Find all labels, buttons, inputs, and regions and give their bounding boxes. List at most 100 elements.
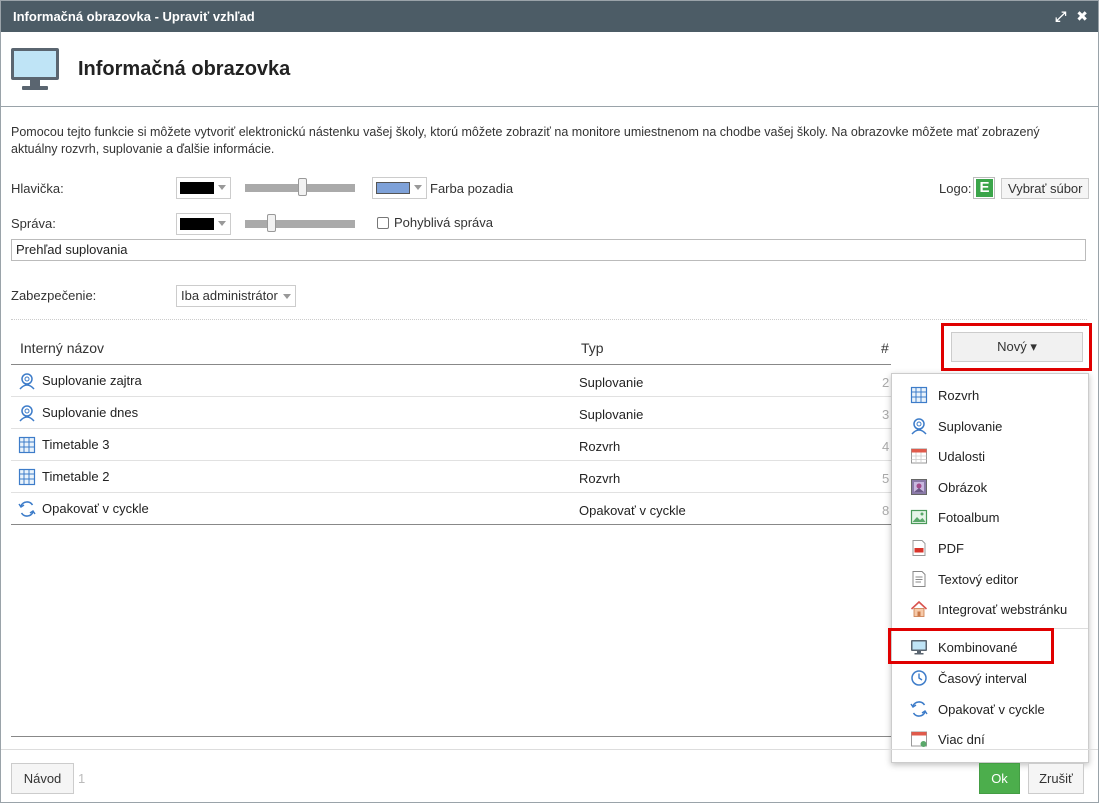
background-color-select[interactable] [372,177,427,199]
repeat-icon [18,501,36,517]
row-name: Suplovanie zajtra [42,373,142,388]
menu-item-image[interactable]: Obrázok [892,472,1088,502]
help-button[interactable]: Návod [11,763,74,794]
menu-item-label: Suplovanie [938,419,1003,434]
menu-item-pdf[interactable]: PDF [892,533,1088,563]
substitution-icon [911,418,927,435]
row-name: Opakovať v cyckle [42,501,149,516]
menu-item-label: Integrovať webstránku [938,602,1068,617]
header-color-swatch [180,182,214,194]
menu-item-text-editor[interactable]: Textový editor [892,564,1088,594]
header-slider[interactable] [245,178,355,196]
row-type: Rozvrh [579,471,621,486]
table-row[interactable]: Suplovanie zajtra Suplovanie 2 [11,365,891,397]
row-type: Suplovanie [579,375,644,390]
row-type: Opakovať v cyckle [579,503,686,518]
dialog-titlebar: Informačná obrazovka - Upraviť vzhľad ⤢ … [1,1,1098,32]
menu-separator [892,628,1088,629]
new-item-button[interactable]: Nový ▾ [951,332,1083,362]
menu-item-label: Fotoalbum [938,510,1000,525]
monitor-icon [911,640,927,655]
calendar-icon [911,448,927,464]
menu-item-label: PDF [938,541,964,556]
substitution-icon [19,405,35,422]
row-name: Suplovanie dnes [42,405,139,420]
moving-message-checkbox[interactable] [377,217,389,229]
table-row[interactable]: Timetable 3 Rozvrh 4 [11,429,891,461]
menu-item-label: Obrázok [938,480,988,495]
choose-file-button[interactable]: Vybrať súbor [1001,178,1090,199]
description-text: Pomocou tejto funkcie si môžete vytvoriť… [11,125,1040,156]
moving-message-label: Pohyblivá správa [394,215,493,230]
row-number: 3 [882,407,890,422]
substitution-icon [19,373,35,390]
table-row[interactable]: Opakovať v cyckle Opakovať v cyckle 8 [11,493,891,525]
column-header-name: Interný názov [20,340,105,356]
timetable-icon [18,468,36,486]
chevron-down-icon [283,294,291,299]
menu-item-photo-album[interactable]: Fotoalbum [892,502,1088,532]
photo-album-icon [910,509,928,525]
logo-label: Logo: [939,181,972,196]
row-type: Suplovanie [579,407,644,422]
message-color-select[interactable] [176,213,231,235]
new-item-menu: Rozvrh Suplovanie Udalosti Obrázok Fotoa… [891,373,1089,763]
menu-item-label: Textový editor [938,572,1019,587]
security-select[interactable]: Iba administrátor [176,285,296,307]
menu-item-webpage[interactable]: Integrovať webstránku [892,594,1088,624]
row-number: 8 [882,503,890,518]
row-name: Timetable 3 [42,437,110,452]
column-header-number: # [881,340,889,356]
message-slider[interactable] [245,214,355,232]
menu-item-label: Kombinované [938,640,1018,655]
close-icon[interactable]: ✖ [1076,1,1088,32]
chevron-down-icon [414,185,422,190]
logo-preview: E [973,177,995,199]
row-number: 5 [882,471,890,486]
column-header-type: Typ [581,340,604,356]
security-select-value: Iba administrátor [181,288,278,303]
chevron-down-icon [218,221,226,226]
background-color-swatch [376,182,410,194]
monitor-icon [11,48,59,90]
menu-item-label: Udalosti [938,449,985,464]
footer-divider [1,749,1098,750]
header-color-select[interactable] [176,177,231,199]
row-number: 2 [882,375,890,390]
table-row[interactable]: Timetable 2 Rozvrh 5 [11,461,891,493]
table-bottom-line [11,524,891,525]
table-row[interactable]: Suplovanie dnes Suplovanie 3 [11,397,891,429]
message-slider-thumb[interactable] [267,214,276,232]
menu-item-substitution[interactable]: Suplovanie [892,411,1088,441]
menu-item-repeat[interactable]: Opakovať v cyckle [892,694,1088,724]
text-editor-icon [912,571,926,587]
header-slider-thumb[interactable] [298,178,307,196]
clock-icon [911,670,927,686]
multi-day-icon [911,731,927,747]
menu-item-label: Časový interval [938,671,1027,686]
page-number: 1 [78,771,86,786]
page-header: Informačná obrazovka [1,32,1098,107]
maximize-icon[interactable]: ⤢ [1055,1,1066,32]
content-bottom-line [11,736,891,737]
repeat-icon [910,701,928,717]
row-type: Rozvrh [579,439,621,454]
menu-item-timetable[interactable]: Rozvrh [892,380,1088,410]
pdf-icon [912,540,926,556]
menu-item-events[interactable]: Udalosti [892,441,1088,471]
section-divider [11,319,1087,320]
logo-e-icon: E [976,179,993,197]
cancel-button[interactable]: Zrušiť [1028,763,1084,794]
message-input[interactable]: Prehľad suplovania [11,239,1086,261]
menu-item-label: Viac dní [938,732,985,747]
message-label: Správa: [11,216,56,231]
header-label: Hlavička: [11,181,64,196]
image-icon [911,479,927,495]
chevron-down-icon [218,185,226,190]
ok-button[interactable]: Ok [979,763,1020,794]
menu-item-time-interval[interactable]: Časový interval [892,663,1088,693]
timetable-icon [18,436,36,454]
menu-item-combined[interactable]: Kombinované [892,632,1088,662]
row-number: 4 [882,439,890,454]
security-label: Zabezpečenie: [11,288,97,303]
